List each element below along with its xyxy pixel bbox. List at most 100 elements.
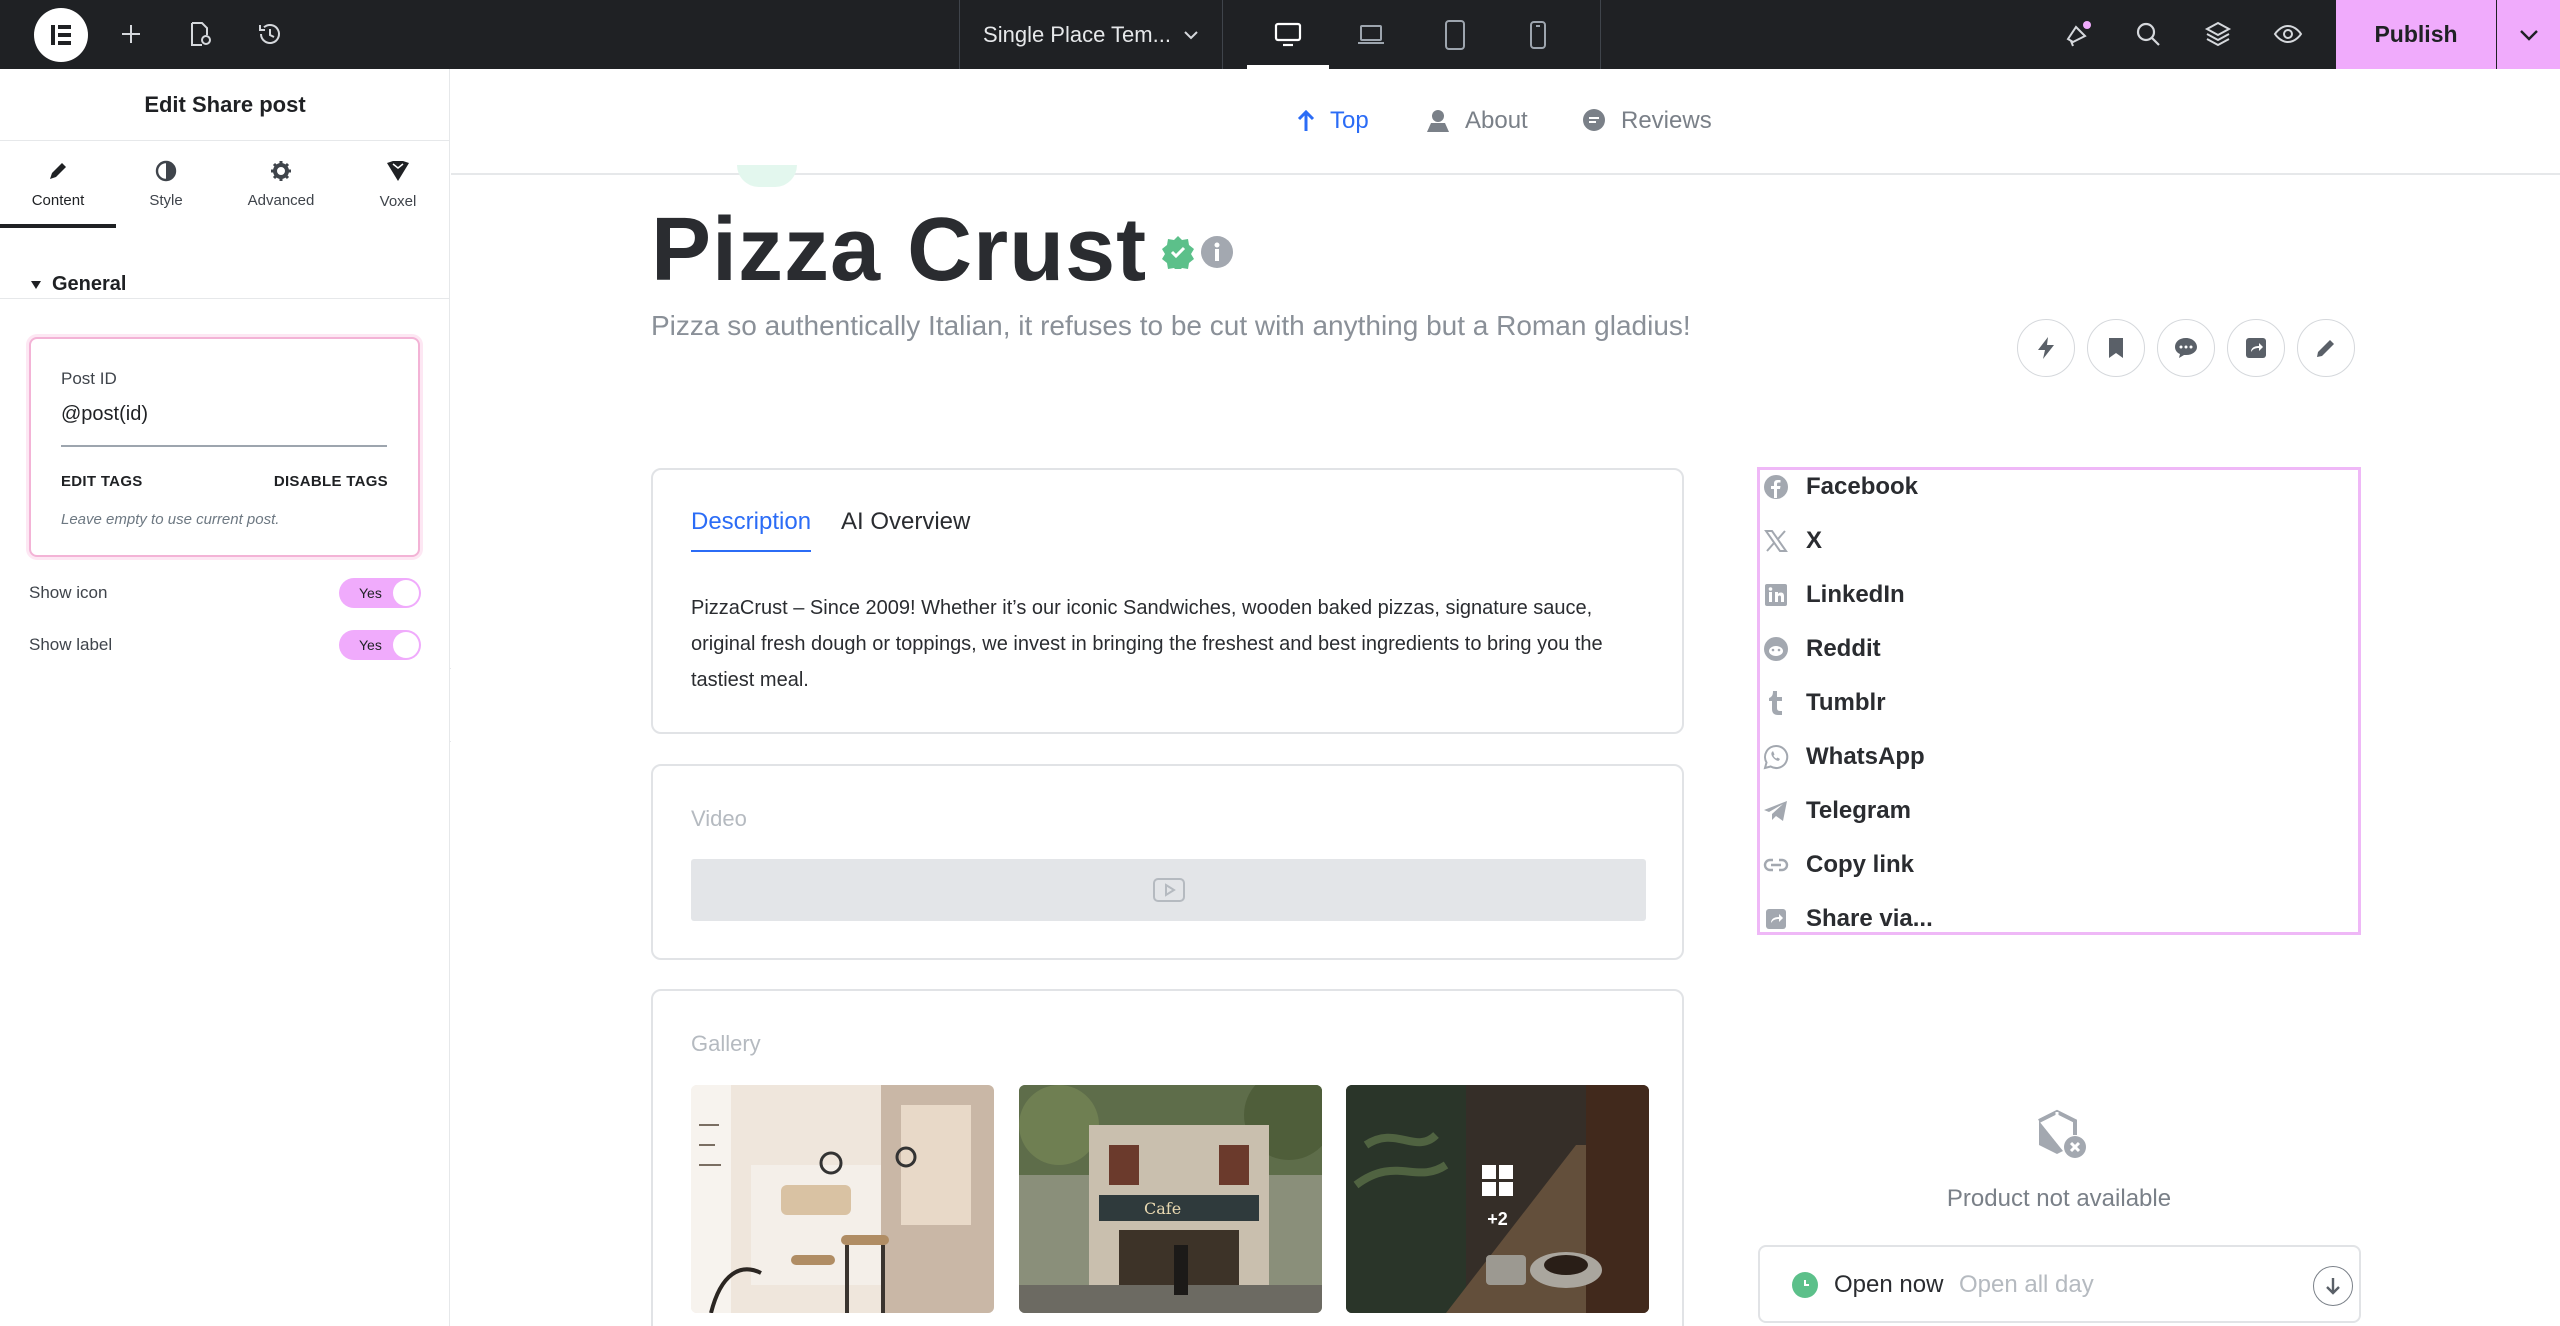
separator [1222,0,1223,69]
gear-icon [271,160,291,181]
nav-label: Top [1330,107,1369,134]
open-status: Open now [1834,1271,1944,1298]
tab-advanced[interactable]: Advanced [223,141,339,227]
share-post-widget: Facebook X LinkedIn Reddit Tumblr WhatsA… [1757,467,2361,935]
publish-options-button[interactable] [2497,0,2560,69]
share-label: Copy link [1806,851,1915,878]
page-settings-icon [191,22,211,46]
whatsapp-icon [1763,744,1789,770]
nav-label: Reviews [1621,107,1712,134]
telegram-icon [1764,801,1787,821]
toggle-label: Yes [359,585,382,601]
user-map-icon [1427,110,1449,132]
add-element-button[interactable] [111,14,151,54]
post-id-control: Post ID @post(id) EDIT TAGS DISABLE TAGS… [29,337,420,557]
facebook-icon [1764,475,1788,499]
info-icon[interactable] [1200,235,1234,269]
history-button[interactable] [250,14,290,54]
laptop-icon [1358,24,1384,44]
device-mobile[interactable] [1497,0,1579,69]
publish-button[interactable]: Publish [2336,0,2496,69]
section-general-toggle[interactable]: General [30,273,126,296]
video-card: Video [651,764,1684,960]
separator [1600,0,1601,69]
clock-icon [1792,1272,1818,1298]
add-icon [122,25,140,43]
panel-title: Edit Share post [0,69,450,141]
svg-text:Cafe: Cafe [1144,1199,1181,1218]
preview-button[interactable] [2268,14,2308,54]
chat-icon [1583,109,1605,131]
share-label: Facebook [1806,473,1919,500]
description-text: PizzaCrust – Since 2009! Whether it’s ou… [691,597,1603,691]
structure-icon [2204,21,2232,47]
tumblr-icon [1769,691,1782,715]
share-icon [2246,338,2266,358]
device-desktop[interactable] [1247,0,1329,69]
message-button[interactable] [2157,319,2215,377]
template-name: Single Place Tem... [983,21,1171,47]
disable-tags-button[interactable]: DISABLE TAGS [274,473,388,490]
device-tablet[interactable] [1414,0,1496,69]
arrow-down-icon [2326,1278,2340,1295]
share-button[interactable] [2227,319,2285,377]
nav-top[interactable]: Top [1296,107,1369,135]
desktop-icon [1274,22,1302,46]
post-id-label: Post ID [61,369,117,388]
tab-voxel[interactable]: Voxel [340,141,456,227]
show-label-toggle[interactable]: Yes [339,630,421,660]
nav-reviews[interactable]: Reviews [1581,107,1712,135]
arrow-up-icon [1297,109,1315,131]
show-icon-toggle[interactable]: Yes [339,578,421,608]
gallery-image-more[interactable]: +2 [1346,1085,1649,1313]
half-circle-icon [155,160,177,181]
gallery-more-count: +2 [1487,1209,1508,1229]
tab-style[interactable]: Style [108,141,224,227]
nav-about[interactable]: About [1425,107,1528,135]
pencil-icon [50,162,66,179]
whats-new-button[interactable] [2058,14,2098,54]
voxel-icon [387,160,409,181]
post-id-input[interactable]: @post(id) [61,403,148,426]
search-button[interactable] [2128,14,2168,54]
avatar-fragment [737,165,797,187]
toggle-label: Yes [359,637,382,653]
page-nav: Top About Reviews [451,69,2560,175]
edit-tags-button[interactable]: EDIT TAGS [61,473,143,490]
top-bar: Single Place Tem... Publish [0,0,2560,69]
quick-action-button[interactable] [2017,319,2075,377]
structure-button[interactable] [2198,14,2238,54]
elementor-logo-icon[interactable] [34,8,88,62]
device-laptop[interactable] [1330,0,1412,69]
gallery-image[interactable]: Cafe [1019,1085,1322,1313]
chevron-down-icon [2519,29,2538,41]
history-icon [259,24,280,44]
search-icon [2136,22,2160,46]
share-label: Tumblr [1806,689,1886,716]
tab-ai-overview[interactable]: AI Overview [841,508,970,536]
page-title: Pizza Crust [651,200,1148,300]
tab-label: Voxel [379,192,417,210]
input-underline [61,445,387,447]
bookmark-button[interactable] [2087,319,2145,377]
share-label: X [1806,527,1823,554]
share-label: Reddit [1806,635,1881,662]
tab-label: Style [149,191,183,209]
show-icon-control: Show icon Yes [29,578,421,608]
verified-badge-icon [1161,235,1195,269]
expand-hours-button[interactable] [2313,1266,2353,1306]
video-player[interactable] [691,859,1646,921]
edit-button[interactable] [2297,319,2355,377]
tab-description[interactable]: Description [691,508,812,552]
message-icon [2175,338,2197,358]
open-hours-text: Open all day [1959,1271,2094,1298]
box-unavailable-icon [2035,1107,2089,1161]
whats-new-icon [2066,21,2091,47]
gallery-image[interactable] [691,1085,994,1313]
tab-content[interactable]: Content [0,141,116,228]
show-label-control: Show label Yes [29,630,421,660]
page-settings-button[interactable] [180,14,220,54]
reddit-icon [1764,637,1788,661]
template-selector[interactable]: Single Place Tem... [960,0,1222,69]
section-title: General [52,273,127,295]
